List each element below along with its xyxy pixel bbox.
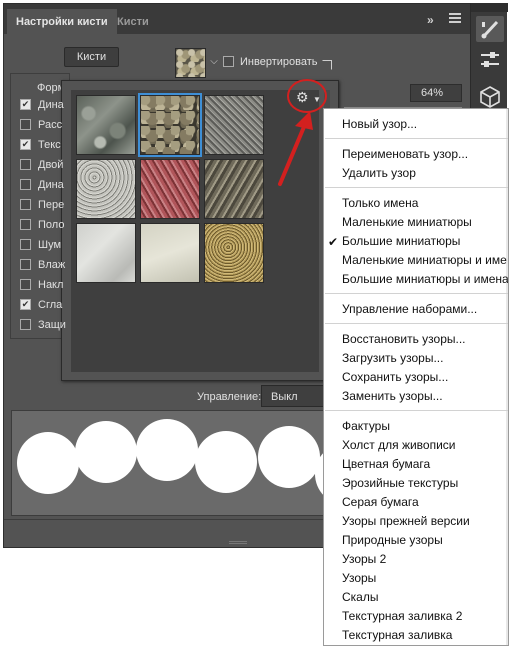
pattern-thumbnail[interactable] xyxy=(204,223,264,283)
brush-dab xyxy=(195,431,257,493)
option-checkbox[interactable]: ✔ xyxy=(20,139,31,150)
menu-separator xyxy=(325,187,508,188)
brush-dab xyxy=(75,421,137,483)
tab-brushes[interactable]: Кисти xyxy=(108,9,158,34)
checkmark-icon: ✔ xyxy=(328,235,339,249)
option-checkbox[interactable] xyxy=(20,219,31,230)
menu-separator xyxy=(325,410,508,411)
pattern-thumbnail[interactable] xyxy=(76,223,136,283)
menu-item[interactable]: Только имена xyxy=(342,196,418,210)
pattern-context-menu: ✔ Новый узор... Переименовать узор... Удал… xyxy=(323,108,509,646)
option-checkbox[interactable] xyxy=(20,259,31,270)
option-label: Пере xyxy=(38,199,65,211)
pattern-thumbnail[interactable] xyxy=(204,159,264,219)
toolbar-header xyxy=(471,3,508,12)
option-checkbox[interactable] xyxy=(20,279,31,290)
panel-tab-bar: Настройки кисти Кисти » xyxy=(4,4,471,34)
option-checkbox[interactable] xyxy=(20,239,31,250)
menu-item[interactable]: Переименовать узор... xyxy=(342,147,468,161)
control-label: Управление: xyxy=(197,391,262,403)
brush-dab xyxy=(136,419,198,481)
menu-separator xyxy=(325,293,508,294)
menu-item[interactable]: Природные узоры xyxy=(342,533,443,547)
menu-item[interactable]: Фактуры xyxy=(342,419,390,433)
pattern-thumbnail[interactable] xyxy=(76,159,136,219)
option-checkbox[interactable] xyxy=(20,159,31,170)
side-toolbar xyxy=(470,3,508,116)
menu-item[interactable]: Эрозийные текстуры xyxy=(342,476,458,490)
menu-item[interactable]: Управление наборами... xyxy=(342,302,477,316)
pattern-thumbnail[interactable] xyxy=(204,95,264,155)
menu-item[interactable]: Узоры прежней версии xyxy=(342,514,470,528)
menu-item[interactable]: Маленькие миниатюры и име xyxy=(342,253,507,267)
tab-brush-settings[interactable]: Настройки кисти xyxy=(7,9,117,34)
option-label: Накл xyxy=(38,279,64,291)
brush-tool-icon[interactable] xyxy=(476,16,504,42)
option-checkbox[interactable] xyxy=(20,199,31,210)
option-checkbox[interactable]: ✔ xyxy=(20,299,31,310)
brush-dab xyxy=(17,432,79,494)
option-label: Влаж xyxy=(38,259,66,271)
brush-settings-icon[interactable] xyxy=(476,47,504,73)
menu-item[interactable]: Заменить узоры... xyxy=(342,389,443,403)
control-select[interactable]: Выкл xyxy=(261,385,331,407)
menu-item[interactable]: Холст для живописи xyxy=(342,438,456,452)
menu-item[interactable]: Загрузить узоры... xyxy=(342,351,443,365)
invert-checkbox[interactable] xyxy=(223,56,234,67)
resize-grip[interactable] xyxy=(229,541,247,544)
menu-item[interactable]: Восстановить узоры... xyxy=(342,332,466,346)
option-checkbox[interactable]: ✔ xyxy=(20,99,31,110)
option-label: Защи xyxy=(38,319,66,331)
chevron-down-icon[interactable]: ⌵ xyxy=(207,56,221,70)
invert-label: Инвертировать xyxy=(240,56,318,68)
menu-scrollbar xyxy=(506,109,508,645)
menu-item[interactable]: Сохранить узоры... xyxy=(342,370,448,384)
menu-item[interactable]: Большие миниатюры и имена xyxy=(342,272,508,286)
percent-field[interactable]: 64% xyxy=(410,84,462,102)
brush-dab xyxy=(258,426,320,488)
menu-separator xyxy=(325,323,508,324)
option-label: Двой xyxy=(38,159,64,171)
collapse-panel-icon[interactable]: » xyxy=(427,13,434,27)
menu-item[interactable]: Маленькие миниатюры xyxy=(342,215,472,229)
option-label: Шум xyxy=(38,239,62,251)
brushes-button[interactable]: Кисти xyxy=(64,47,119,67)
option-checkbox[interactable] xyxy=(20,119,31,130)
option-label: Текс xyxy=(38,139,61,151)
option-label: Поло xyxy=(38,219,65,231)
pattern-thumbnail[interactable] xyxy=(140,159,200,219)
pattern-thumbnail[interactable] xyxy=(140,223,200,283)
panel-menu-icon[interactable] xyxy=(449,13,461,25)
option-label: Сгла xyxy=(38,299,63,311)
menu-item[interactable]: Серая бумага xyxy=(342,495,419,509)
menu-item[interactable]: Удалить узор xyxy=(342,166,416,180)
menu-item[interactable]: Узоры xyxy=(342,571,376,585)
option-label: Дина xyxy=(38,179,64,191)
annotation-arrow xyxy=(278,111,313,186)
menu-item[interactable]: Текстурная заливка xyxy=(342,628,452,642)
option-label: Расс xyxy=(38,119,63,131)
menu-item[interactable]: Скалы xyxy=(342,590,378,604)
menu-separator xyxy=(325,138,508,139)
pattern-thumbnail-selected[interactable] xyxy=(138,93,202,157)
pattern-thumbnail[interactable] xyxy=(76,95,136,155)
pattern-swatch[interactable] xyxy=(175,48,206,78)
menu-item[interactable]: Новый узор... xyxy=(342,117,417,131)
3d-cube-icon[interactable] xyxy=(476,83,504,109)
option-checkbox[interactable] xyxy=(20,179,31,190)
menu-item[interactable]: Цветная бумага xyxy=(342,457,430,471)
option-checkbox[interactable] xyxy=(20,319,31,330)
menu-item[interactable]: Текстурная заливка 2 xyxy=(342,609,462,623)
new-pattern-icon[interactable] xyxy=(322,60,332,70)
menu-item[interactable]: Большие миниатюры xyxy=(342,234,460,248)
menu-item[interactable]: Узоры 2 xyxy=(342,552,386,566)
option-label: Дина xyxy=(38,99,64,111)
